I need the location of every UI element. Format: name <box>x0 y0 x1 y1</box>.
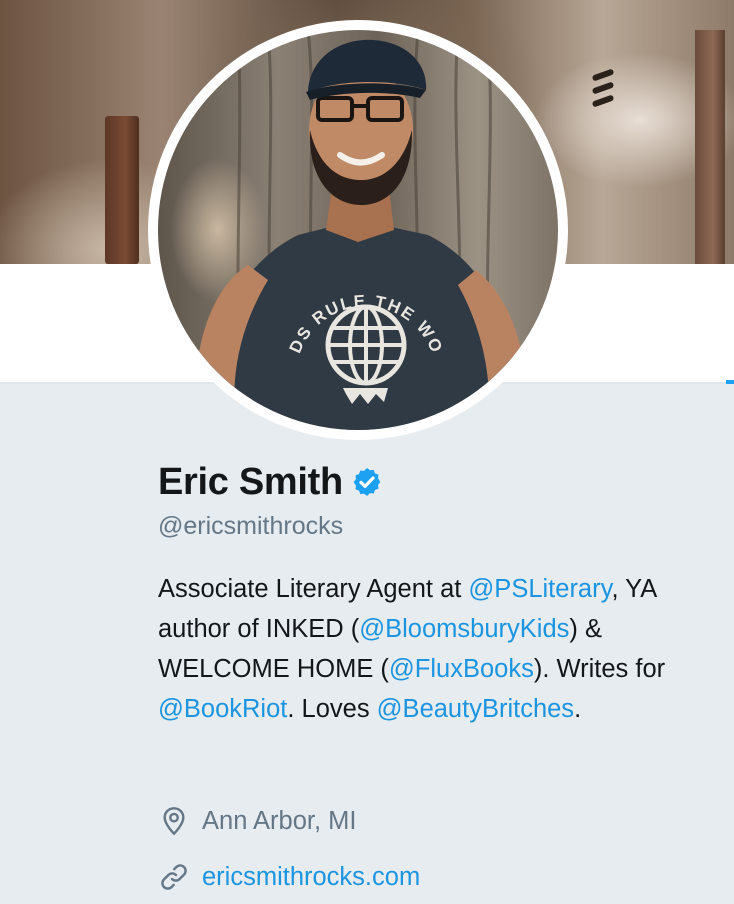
bio-text: Associate Literary Agent at <box>158 575 469 603</box>
profile-name[interactable]: Eric Smith <box>158 461 343 504</box>
map-pin-icon <box>158 805 190 837</box>
profile-handle[interactable]: @ericsmithrocks <box>158 512 698 541</box>
location-row: Ann Arbor, MI <box>158 801 357 841</box>
verified-badge-icon <box>351 466 383 498</box>
bio-text: . <box>574 695 582 723</box>
banner-shape <box>591 68 615 111</box>
name-row: Eric Smith <box>158 458 698 506</box>
location-text: Ann Arbor, MI <box>202 806 357 835</box>
nav-active-indicator <box>726 380 734 384</box>
website-row: ericsmithrocks.com <box>158 857 420 897</box>
bio-text: . Loves <box>287 695 377 723</box>
mention-link[interactable]: @FluxBooks <box>389 655 534 683</box>
mention-link[interactable]: @BeautyBritches <box>377 695 574 723</box>
mention-link[interactable]: @PSLiterary <box>468 575 611 603</box>
link-icon <box>158 861 190 893</box>
bio-text: ). Writes for <box>533 655 666 683</box>
mention-link[interactable]: @BookRiot <box>158 695 287 723</box>
mention-link[interactable]: @BloomsburyKids <box>359 615 569 643</box>
banner-shape <box>695 30 725 264</box>
website-link[interactable]: ericsmithrocks.com <box>202 863 420 892</box>
profile-card: Eric Smith @ericsmithrocks Associate Lit… <box>158 458 698 729</box>
avatar[interactable]: NERDS RULE THE WORLD <box>158 30 558 430</box>
banner-shape <box>105 116 139 264</box>
profile-bio: Associate Literary Agent at @PSLiterary,… <box>158 569 698 729</box>
